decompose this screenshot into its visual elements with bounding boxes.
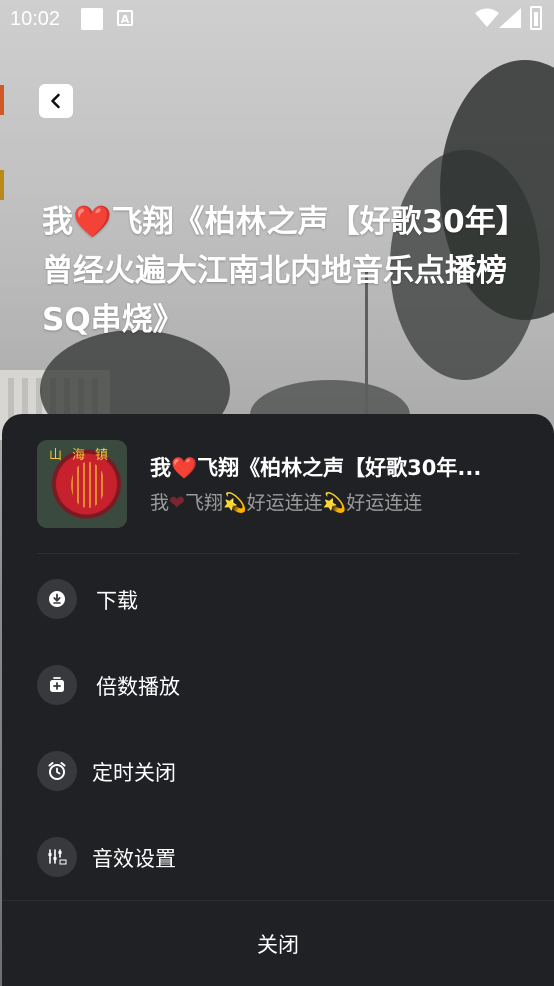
menu-item-download[interactable]: 下载 [37, 579, 517, 619]
track-title-text: 飞翔《柏林之声【好歌30年... [197, 456, 482, 480]
a-icon: A [117, 10, 133, 26]
cover-text: 山海镇 [49, 448, 119, 463]
track-artist: 我❤飞翔💫好运连连💫好运连连 [150, 488, 510, 515]
bottom-sheet: 山海镇 我❤️飞翔《柏林之声【好歌30年... 我❤飞翔💫好运连连💫好运连连 下… [2, 414, 554, 986]
sound-effects-icon [37, 837, 77, 877]
track-title: 我❤️飞翔《柏林之声【好歌30年... [150, 452, 510, 482]
battery-icon [530, 6, 542, 30]
download-icon [37, 579, 77, 619]
heart-icon: ❤ [169, 492, 185, 514]
back-button[interactable] [39, 84, 73, 118]
status-bar: 10:02 A [0, 0, 554, 40]
menu-label: 倍数播放 [96, 675, 180, 699]
close-button[interactable]: 关闭 [2, 901, 554, 986]
heart-icon: ❤️ [171, 456, 198, 480]
page-title: 我❤️飞翔《柏林之声【好歌30年】曾经火遍大江南北内地音乐点播榜SQ串烧》 [42, 198, 512, 345]
menu-item-sound-effects[interactable]: 音效设置 [37, 837, 517, 877]
divider [37, 553, 519, 554]
track-info: 山海镇 我❤️飞翔《柏林之声【好歌30年... 我❤飞翔💫好运连连💫好运连连 [37, 440, 517, 530]
menu-item-playback-speed[interactable]: 倍数播放 [37, 665, 517, 705]
notification-square-icon [81, 8, 103, 30]
track-title-text: 我 [150, 456, 171, 480]
album-cover: 山海镇 [37, 440, 127, 528]
chevron-left-icon [51, 93, 60, 109]
edge-strip [0, 170, 4, 200]
menu-label: 定时关闭 [92, 761, 176, 785]
track-artist-text: 飞翔💫好运连连💫好运连连 [184, 492, 423, 514]
menu-label: 音效设置 [92, 847, 176, 871]
title-text: 飞翔《柏林之声【好歌30年】曾经火遍大江南北内地音乐点播榜SQ串烧》 [42, 204, 512, 338]
menu-item-timer-close[interactable]: 定时关闭 [37, 751, 517, 791]
signal-icon [499, 8, 521, 28]
menu-label: 下载 [96, 589, 138, 613]
track-artist-text: 我 [150, 492, 170, 514]
heart-icon: ❤️ [73, 204, 112, 240]
wifi-icon [475, 8, 499, 27]
playback-speed-icon [37, 665, 77, 705]
status-time: 10:02 [10, 8, 61, 30]
cover-decoration [71, 462, 105, 508]
edge-strip [0, 85, 4, 115]
alarm-clock-icon [37, 751, 77, 791]
title-text: 我 [42, 204, 73, 240]
